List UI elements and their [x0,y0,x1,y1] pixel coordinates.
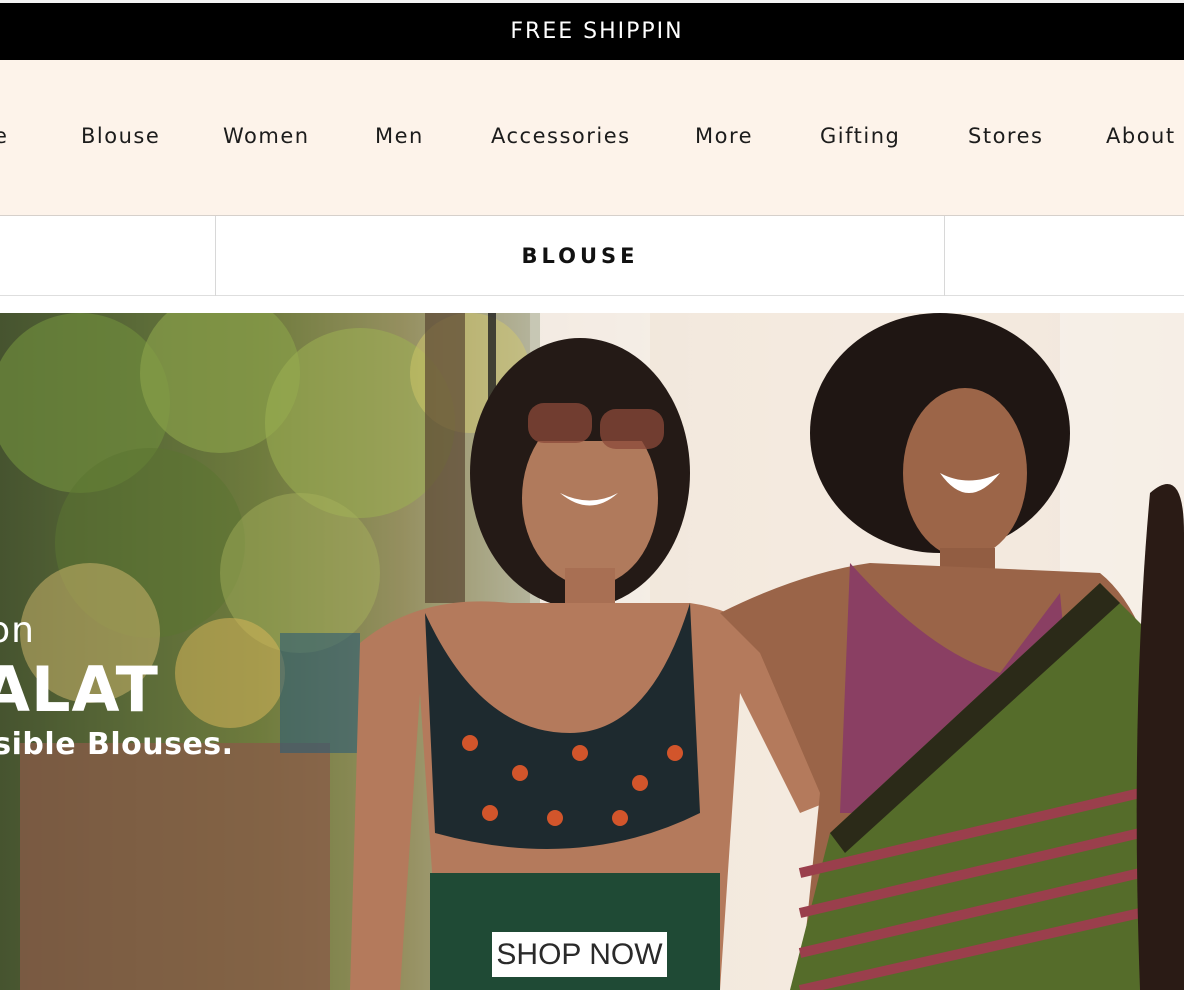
shop-now-button[interactable]: SHOP NOW [492,932,667,977]
nav-item-women[interactable]: Women [223,124,310,148]
hero-banner: tion ALAT rsible Blouses. SHOP NOW [0,313,1184,990]
nav-item-home[interactable]: e [0,124,8,148]
announcement-text: FREE SHIPPIN [510,19,684,44]
nav-item-more[interactable]: More [695,124,753,148]
category-label: BLOUSE [521,244,639,268]
category-tab-blouse[interactable]: BLOUSE [216,216,944,296]
category-strip: BLOUSE [0,216,1184,296]
nav-item-stores[interactable]: Stores [968,124,1043,148]
nav-item-blouse[interactable]: Blouse [81,124,160,148]
nav-item-accessories[interactable]: Accessories [491,124,631,148]
hero-description: rsible Blouses. [0,727,234,762]
hero-subtitle: tion [0,610,35,651]
announcement-bar: FREE SHIPPIN [0,0,1184,60]
category-divider [944,216,945,296]
hero-image [0,313,1184,990]
nav-item-men[interactable]: Men [375,124,424,148]
nav-item-gifting[interactable]: Gifting [820,124,900,148]
nav-item-about[interactable]: About [1106,124,1176,148]
hero-title: ALAT [0,653,159,726]
main-nav: e Blouse Women Men Accessories More Gift… [0,60,1184,216]
